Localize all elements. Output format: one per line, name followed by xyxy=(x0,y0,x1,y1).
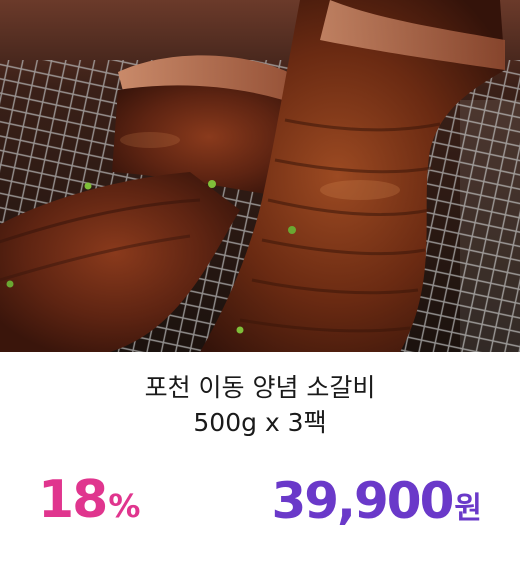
sale-price: 39,900원 xyxy=(271,472,482,530)
product-image[interactable] xyxy=(0,0,520,352)
discount-unit: % xyxy=(108,487,141,525)
discount-value: 18 xyxy=(38,470,108,530)
price-unit: 원 xyxy=(454,491,482,526)
product-title[interactable]: 포천 이동 양념 소갈비 500g x 3팩 xyxy=(0,370,520,440)
product-name-line2: 500g x 3팩 xyxy=(193,408,327,437)
discount-rate: 18% xyxy=(38,470,140,530)
price-value: 39,900 xyxy=(271,472,454,530)
product-card[interactable]: 포천 이동 양념 소갈비 500g x 3팩 18% 39,900원 xyxy=(0,0,520,567)
product-name-line1: 포천 이동 양념 소갈비 xyxy=(144,373,376,402)
